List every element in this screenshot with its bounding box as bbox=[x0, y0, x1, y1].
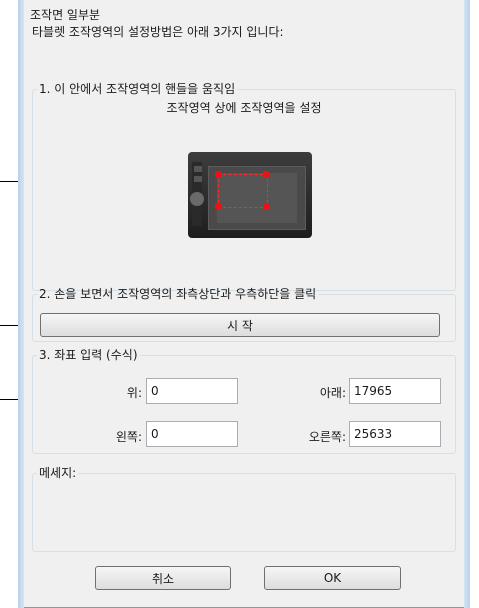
section1-legend: 1. 이 안에서 조작영역의 핸들을 움직임 bbox=[39, 82, 236, 96]
cancel-button[interactable]: 취소 bbox=[95, 566, 231, 590]
tablet-key bbox=[194, 166, 202, 172]
tablet-key bbox=[194, 176, 202, 182]
right-label: 오른쪽: bbox=[308, 430, 346, 444]
top-right-handle[interactable] bbox=[263, 171, 269, 177]
bottom-input[interactable] bbox=[349, 378, 441, 404]
bottom-left-handle[interactable] bbox=[215, 203, 221, 209]
ok-button[interactable]: OK bbox=[264, 566, 401, 590]
tablet-touch-ring bbox=[190, 192, 204, 206]
section2-legend: 2. 손을 보면서 조작영역의 좌측상단과 우측하단을 클릭 bbox=[39, 287, 317, 301]
message-legend: 메세지: bbox=[39, 466, 77, 480]
bottom-right-handle[interactable] bbox=[263, 203, 269, 209]
window-frame-left bbox=[18, 0, 24, 608]
left-input[interactable] bbox=[146, 421, 238, 447]
dialog-description: 타블렛 조작영역의 설정방법은 아래 3가지 입니다: bbox=[32, 25, 284, 39]
window-frame-right bbox=[464, 0, 470, 608]
top-input[interactable] bbox=[146, 378, 238, 404]
mapping-area-selection[interactable] bbox=[218, 174, 268, 208]
section1-subtitle: 조작영역 상에 조작영역을 설정 bbox=[166, 101, 322, 115]
dialog-title: 조작면 일부분 bbox=[30, 8, 101, 22]
start-button[interactable]: 시 작 bbox=[40, 313, 440, 337]
right-input[interactable] bbox=[349, 421, 441, 447]
bottom-label: 아래: bbox=[319, 386, 346, 400]
left-label: 왼쪽: bbox=[115, 430, 142, 444]
tablet-image bbox=[188, 152, 312, 238]
top-left-handle[interactable] bbox=[215, 171, 221, 177]
section3-legend: 3. 좌표 입력 (수식) bbox=[39, 348, 138, 362]
tablet-express-keys bbox=[190, 162, 204, 226]
top-label: 위: bbox=[126, 386, 142, 400]
section-message: 메세지: bbox=[32, 467, 456, 552]
section-tablet-preview: 1. 이 안에서 조작영역의 핸들을 움직임 조작영역 상에 조작영역을 설정 bbox=[32, 83, 456, 291]
